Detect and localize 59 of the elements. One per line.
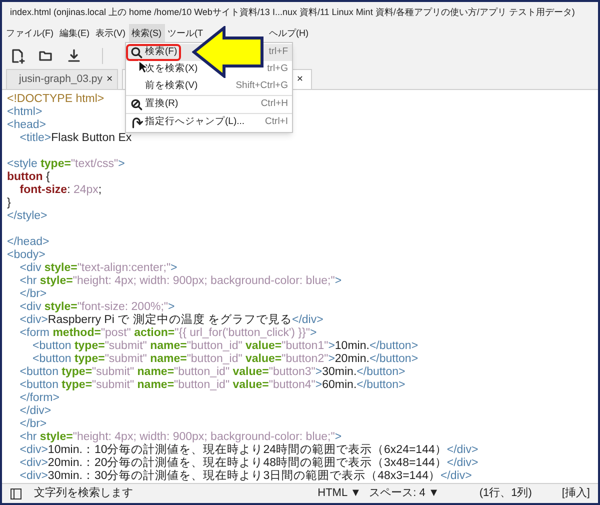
code-line: <button type="submit" name="button_id" value="button4">60min.</button> <box>18 379 406 392</box>
menu-item[interactable]: 表示(V) <box>92 24 128 44</box>
code-line: </div> <box>18 405 52 418</box>
menu-entry[interactable]: 前を検索(V) Shift+Ctrl+G <box>126 78 292 95</box>
code-line: <button type="submit" name="button_id" value="button3">30min.</button> <box>18 366 406 379</box>
code-line: <!DOCTYPE html> <box>7 93 104 106</box>
code-line: <html> <box>7 106 42 119</box>
code-line: <button type="submit" name="button_id" value="button1">10min.</button> <box>32 340 418 353</box>
code-line: </style> <box>7 210 48 223</box>
code-line: <div>Raspberry Pi で 測定中の温度 をグラフで見る</div> <box>18 314 324 327</box>
menu-item[interactable]: ファイル(F) <box>3 24 56 44</box>
shortcut: trl+F <box>268 45 288 60</box>
search-icon <box>130 46 143 59</box>
tab-close[interactable]: × <box>106 72 113 88</box>
folder-icon[interactable] <box>38 48 54 64</box>
new-file-icon[interactable] <box>10 48 26 64</box>
shortcut: Ctrl+H <box>260 97 288 112</box>
code-line: <title>Flask Button Ex <box>18 132 132 145</box>
code-line: <div style="font-size: 200%;"> <box>18 301 175 314</box>
insert-mode: [挿入] <box>562 486 590 502</box>
editor-tab[interactable]: jusin-graph_03.py × <box>6 69 118 89</box>
menu-entry[interactable]: 置換(R) Ctrl+H <box>126 96 292 113</box>
code-line: <button type="submit" name="button_id" value="button2">20min.</button> <box>32 353 418 366</box>
window-title: index.html (onjinas.local 上の home /home/10 Webサイト資料/13 I...nux 資料/11 Linux Mint 資料/各種アプリの使い方/アプリ テスト用データ) <box>10 6 575 20</box>
menu-item[interactable]: 編集(E) <box>56 24 92 44</box>
language-selector[interactable]: HTML ▼ <box>318 485 362 502</box>
tab-label: jusin-graph_03.py <box>19 72 102 87</box>
tab-close[interactable]: × <box>296 72 303 88</box>
jump-icon <box>130 116 143 129</box>
menu-item[interactable]: 検索(S) <box>128 24 164 44</box>
code-line: <hr style="height: 4px; width: 900px; background-color: blue;"> <box>18 431 342 443</box>
shortcut: Ctrl+I <box>265 115 288 130</box>
code-line: <div>30min.：30分毎の計測値を、現在時より3日間の範囲で表示（48x3=144）</div> <box>18 470 472 483</box>
code-line: </br> <box>18 418 47 431</box>
code-line: } <box>7 197 11 210</box>
menu-item[interactable]: ヘルプ(H) <box>266 24 312 44</box>
code-line: <div>10min.：10分毎の計測値を、現在時より24時間の範囲で表示（6x24=144）</div> <box>18 444 478 456</box>
menu-item[interactable]: ツール(T <box>164 24 206 44</box>
code-line: <div>20min.：20分毎の計測値を、現在時より48時間の範囲で表示（3x48=144）</div> <box>18 457 478 469</box>
menu-entry[interactable]: 次を検索(X) trl+G <box>126 61 292 78</box>
code-line: font-size: 24px; <box>18 184 102 197</box>
shortcut: Shift+Ctrl+G <box>236 79 288 94</box>
code-line: </form> <box>18 392 60 405</box>
shortcut: trl+G <box>267 62 288 76</box>
cursor-position: (1行、1列) <box>479 486 532 502</box>
code-line: </br> <box>18 288 47 301</box>
sidebar-toggle-icon[interactable] <box>10 488 22 500</box>
code-line: </head> <box>7 236 50 249</box>
code-line: <head> <box>7 119 46 132</box>
code-line: <div style="text-align:center;"> <box>18 262 178 275</box>
code-line: <hr style="height: 4px; width: 900px; background-color: blue;"> <box>18 275 342 288</box>
code-line: <style type="text/css"> <box>7 158 125 171</box>
code-line: <body> <box>7 249 46 262</box>
menu-entry[interactable]: 指定行へジャンプ(L)... Ctrl+I <box>126 114 292 131</box>
download-icon[interactable] <box>66 48 82 64</box>
status-message: 文字列を検索します <box>34 486 133 502</box>
code-line: button { <box>7 171 50 184</box>
indent-selector[interactable]: スペース: 4 ▼ <box>369 485 440 502</box>
code-line: <form method="post" action="{{ url_for('button_click') }}"> <box>18 327 317 340</box>
